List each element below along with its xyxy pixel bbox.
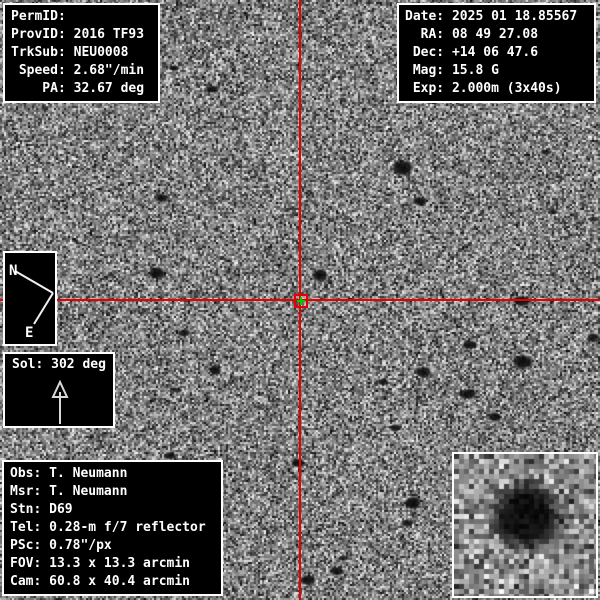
observer-info-panel: Obs: T. Neumann Msr: T. Neumann Stn: D69…: [2, 460, 223, 596]
observer-info-line: Msr: T. Neumann: [10, 483, 215, 501]
astrometry-viewer: PermID: ProvID: 2016 TF93 TrkSub: NEU000…: [0, 0, 600, 600]
target-cross-icon: [300, 297, 302, 305]
object-info-line: ProvID: 2016 TF93: [11, 26, 152, 44]
compass-rose-icon: N E: [5, 253, 55, 344]
object-info-line: Speed: 2.68"/min: [11, 62, 152, 80]
observation-info-line: RA: 08 49 27.08: [405, 26, 588, 44]
observation-info-line: Mag: 15.8 G: [405, 62, 588, 80]
observer-info-line: Stn: D69: [10, 501, 215, 519]
observer-info-line: Cam: 60.8 x 40.4 arcmin: [10, 573, 215, 591]
object-info-line: TrkSub: NEU0008: [11, 44, 152, 62]
target-marker-box: [294, 294, 308, 308]
observation-info-line: Dec: +14 06 47.6: [405, 44, 588, 62]
observation-info-panel: Date: 2025 01 18.85567 RA: 08 49 27.08 D…: [397, 3, 596, 103]
object-info-panel: PermID: ProvID: 2016 TF93 TrkSub: NEU000…: [3, 3, 160, 103]
compass-north-label: N: [9, 263, 17, 279]
observer-info-line: PSc: 0.78"/px: [10, 537, 215, 555]
sun-direction-arrow-icon: [5, 380, 115, 426]
object-info-line: PermID:: [11, 8, 152, 26]
sun-angle-text: Sol: 302 deg: [12, 356, 113, 374]
observation-info-line: Date: 2025 01 18.85567: [405, 8, 588, 26]
compass-east-label: E: [25, 325, 33, 341]
compass-panel: N E: [3, 251, 57, 346]
sun-angle-panel: Sol: 302 deg: [3, 352, 115, 428]
observation-info-line: Exp: 2.000m (3x40s): [405, 80, 588, 98]
target-zoom-canvas: [454, 454, 596, 596]
observer-info-line: Obs: T. Neumann: [10, 465, 215, 483]
target-zoom-inset: [452, 452, 598, 598]
object-info-line: PA: 32.67 deg: [11, 80, 152, 98]
observer-info-line: FOV: 13.3 x 13.3 arcmin: [10, 555, 215, 573]
observer-info-line: Tel: 0.28-m f/7 reflector: [10, 519, 215, 537]
